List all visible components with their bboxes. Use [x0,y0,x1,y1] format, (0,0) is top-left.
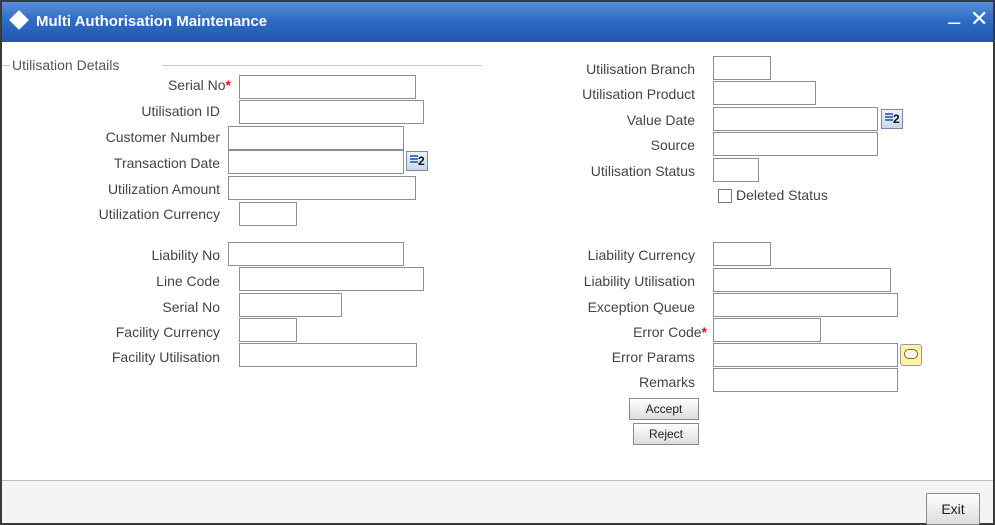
error-code-label: Error Code* [633,324,707,340]
required-marker: * [225,77,231,93]
calendar-icon[interactable]: 2 [881,109,903,129]
deleted-status-label: Deleted Status [736,187,828,203]
utilisation-status-label: Utilisation Status [590,163,695,179]
exception-queue-field[interactable] [713,293,898,317]
deleted-status-checkbox[interactable] [718,189,732,203]
facility-currency-field[interactable] [239,318,297,342]
liability-no-field[interactable] [228,242,404,266]
calendar-number: 2 [418,154,425,168]
window-title: Multi Authorisation Maintenance [36,13,268,30]
facility-utilisation-label: Facility Utilisation [111,349,220,365]
utilization-amount-field[interactable] [228,176,416,200]
line-code-label: Line Code [156,273,220,289]
serial-no-2-label: Serial No [162,299,220,315]
utilization-amount-label: Utilization Amount [107,181,220,197]
source-field[interactable] [713,132,878,156]
liability-currency-label: Liability Currency [587,247,695,263]
calendar-icon[interactable]: 2 [406,151,428,171]
utilisation-product-label: Utilisation Product [582,86,695,102]
transaction-date-field[interactable] [228,150,404,174]
utilization-currency-field[interactable] [239,202,297,226]
serial-no-label: Serial No* [168,77,231,93]
utilisation-product-field[interactable] [713,81,816,105]
utilisation-id-field[interactable] [239,100,424,124]
calendar-number: 2 [893,112,900,126]
remarks-field[interactable] [713,368,898,392]
chat-bubble-icon[interactable] [900,344,922,366]
transaction-date-label: Transaction Date [113,155,220,171]
source-label: Source [650,137,695,153]
section-divider [162,65,482,66]
facility-utilisation-field[interactable] [239,343,417,367]
section-title: Utilisation Details [12,57,120,73]
required-marker: * [701,324,707,340]
customer-number-field[interactable] [228,126,404,150]
close-button[interactable]: ✕ [970,7,988,31]
remarks-label: Remarks [638,374,695,390]
serial-no-field[interactable] [239,75,416,99]
line-code-field[interactable] [239,267,424,291]
accept-button[interactable]: Accept [629,398,699,420]
utilisation-branch-label: Utilisation Branch [586,61,695,77]
utilization-currency-label: Utilization Currency [98,206,220,222]
error-code-label-text: Error Code [633,324,702,340]
value-date-field[interactable] [713,107,878,131]
customer-number-label: Customer Number [105,129,220,145]
exception-queue-label: Exception Queue [587,299,695,315]
title-bar: Multi Authorisation Maintenance – ✕ [2,2,993,42]
utilisation-id-label: Utilisation ID [141,103,220,119]
minimize-button[interactable]: – [948,10,960,34]
serial-no-2-field[interactable] [239,293,342,317]
bubble-shape [904,349,918,359]
utilisation-branch-field[interactable] [713,56,771,80]
liability-no-label: Liability No [151,247,220,263]
utilisation-status-field[interactable] [713,158,759,182]
main-window: Multi Authorisation Maintenance – ✕ Util… [0,0,995,525]
section-divider-left [2,65,10,66]
reject-button[interactable]: Reject [633,423,699,445]
exit-button[interactable]: Exit [926,493,980,525]
liability-utilisation-label: Liability Utilisation [583,273,695,289]
calendar-grid [885,113,893,122]
footer-bar: Exit [2,480,993,525]
window-icon [9,10,29,30]
error-code-field[interactable] [713,318,821,342]
serial-no-label-text: Serial No [167,77,226,93]
value-date-label: Value Date [626,112,695,128]
facility-currency-label: Facility Currency [115,324,220,340]
liability-currency-field[interactable] [713,242,771,266]
calendar-grid [410,155,418,164]
error-params-field[interactable] [713,343,898,367]
liability-utilisation-field[interactable] [713,268,891,292]
error-params-label: Error Params [611,349,695,365]
